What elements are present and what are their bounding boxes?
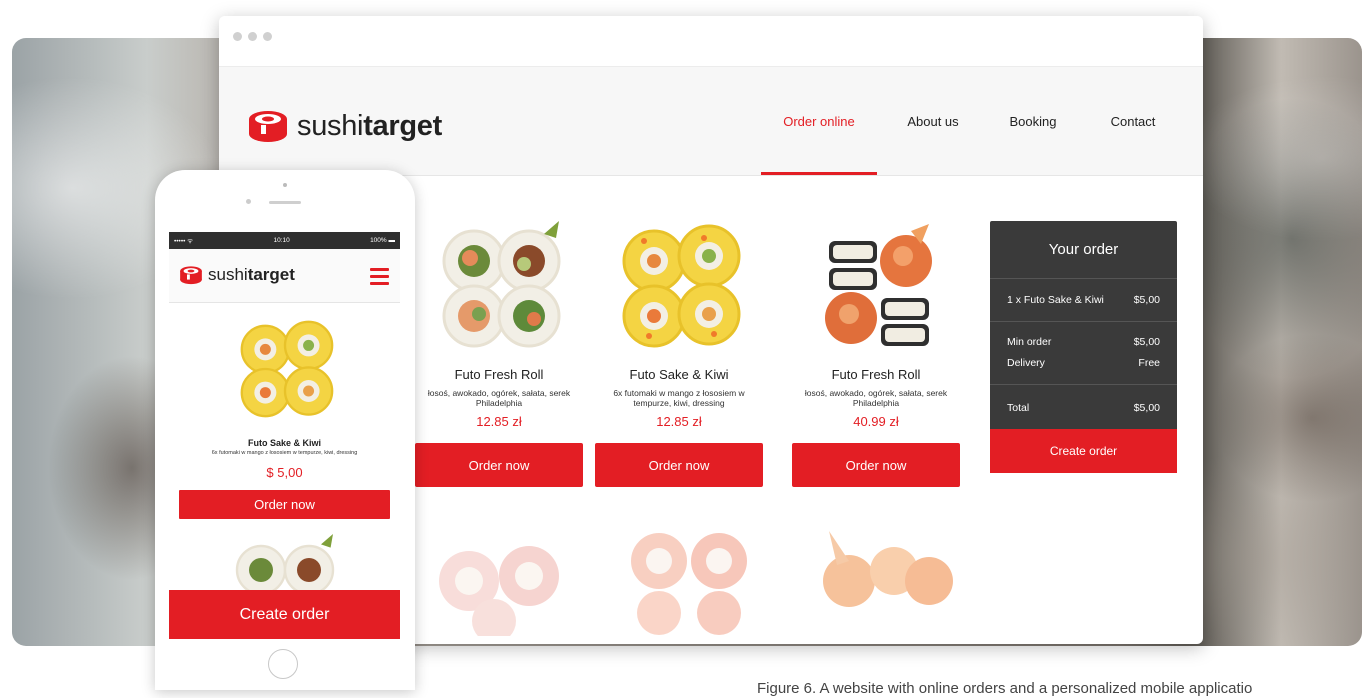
mobile-product-description: 6x futomaki w mango z łososiem w tempurz… [211,450,358,456]
min-order-label: Min order [1007,336,1052,348]
mobile-brand-name: sushitarget [208,265,295,285]
order-item-section: 1 x Futo Sake & Kiwi $5,00 [990,279,1177,322]
sushi-roll-image [825,224,932,346]
product-description: łosoś, awokado, ogórek, sałata, serek Ph… [804,388,948,408]
brand-name-bold: target [363,109,442,142]
sushi-roll-image [442,221,561,348]
window-dot[interactable] [248,32,257,41]
delivery-value: Free [1138,357,1160,369]
min-order-row: Min order $5,00 [990,336,1177,348]
phone-sensor [246,199,251,204]
sushi-roll-image [240,320,334,418]
sushi-logo-icon [249,111,287,142]
hamburger-menu-icon[interactable] [370,268,389,285]
brand-name: sushitarget [297,110,442,143]
window-dot[interactable] [263,32,272,41]
order-total-section: Total $5,00 [990,385,1177,431]
product-price: 40.99 zł [853,414,899,429]
nav-contact[interactable]: Contact [1093,67,1173,175]
sushi-roll-image [631,533,747,635]
product-card: Futo Fresh Roll łosoś, awokado, ogórek, … [415,216,583,429]
figure-caption: Figure 6. A website with online orders a… [757,680,1253,697]
sushi-roll-image [235,534,335,590]
order-now-button[interactable]: Order now [792,443,960,487]
product-description: 6x futomaki w mango z łososiem w tempurz… [613,388,745,408]
browser-toolbar [219,16,1203,67]
mobile-product-name: Futo Sake & Kiwi [247,438,321,448]
sushi-roll-image [823,531,953,607]
status-bar: ••••• ᯤ 10:10 100% ▬ [169,232,400,249]
window-dot[interactable] [233,32,242,41]
product-card: Futo Sake & Kiwi 6x futomaki w mango z ł… [595,216,763,429]
order-fees-section: Min order $5,00 Delivery Free [990,322,1177,385]
status-time: 10:10 [273,237,290,244]
min-order-value: $5,00 [1133,336,1160,348]
window-controls [233,32,272,41]
sushi-logo-icon [180,266,202,285]
main-nav: Order online About us Booking Contact [761,67,1203,175]
nav-booking[interactable]: Booking [993,67,1073,175]
total-value: $5,00 [1133,402,1160,414]
create-order-button[interactable]: Create order [990,429,1177,473]
delivery-row: Delivery Free [990,357,1177,369]
brand-name-bold: target [247,265,295,284]
product-price: 12.85 zł [476,414,522,429]
mobile-screen: ••••• ᯤ 10:10 100% ▬ sushitarget Futo Sa… [169,232,400,639]
nav-order-online[interactable]: Order online [761,67,877,175]
nav-about-us[interactable]: About us [893,67,973,175]
phone-mockup: ••••• ᯤ 10:10 100% ▬ sushitarget Futo Sa… [155,170,415,690]
signal-icon: ••••• ᯤ [174,238,194,245]
phone-speaker [269,201,301,204]
product-price: 12.85 zł [656,414,702,429]
site-header: sushitarget Order online About us Bookin… [219,67,1203,176]
product-card: Futo Fresh Roll łosoś, awokado, ogórek, … [792,216,960,429]
order-panel-title: Your order [990,221,1177,279]
order-now-button[interactable]: Order now [415,443,583,487]
site-logo[interactable]: sushitarget [247,109,442,143]
sushi-roll-image [439,546,559,636]
order-item-price: $5,00 [1133,294,1160,306]
battery-icon: 100% ▬ [370,237,395,244]
product-name: Futo Fresh Roll [831,367,921,382]
mobile-order-now-button[interactable]: Order now [179,490,390,519]
mobile-product-price: $ 5,00 [266,465,303,480]
phone-camera [283,183,287,187]
mobile-header: sushitarget [169,249,400,303]
brand-name-light: sushi [297,109,364,142]
total-row: Total $5,00 [990,402,1177,414]
mobile-logo[interactable]: sushitarget [179,265,295,285]
order-summary-panel: Your order 1 x Futo Sake & Kiwi $5,00 Mi… [990,221,1177,473]
brand-name-light: sushi [208,265,248,284]
product-name: Futo Fresh Roll [454,367,544,382]
mobile-create-order-button[interactable]: Create order [169,590,400,639]
product-description: łosoś, awokado, ogórek, sałata, serek Ph… [427,388,571,408]
order-item-row: 1 x Futo Sake & Kiwi $5,00 [990,294,1177,306]
total-label: Total [1007,402,1030,414]
product-name: Futo Sake & Kiwi [629,367,729,382]
order-now-button[interactable]: Order now [595,443,763,487]
order-item-label: 1 x Futo Sake & Kiwi [1007,294,1104,306]
sushi-roll-image [622,224,741,348]
home-button[interactable] [268,649,298,679]
delivery-label: Delivery [1007,357,1045,369]
